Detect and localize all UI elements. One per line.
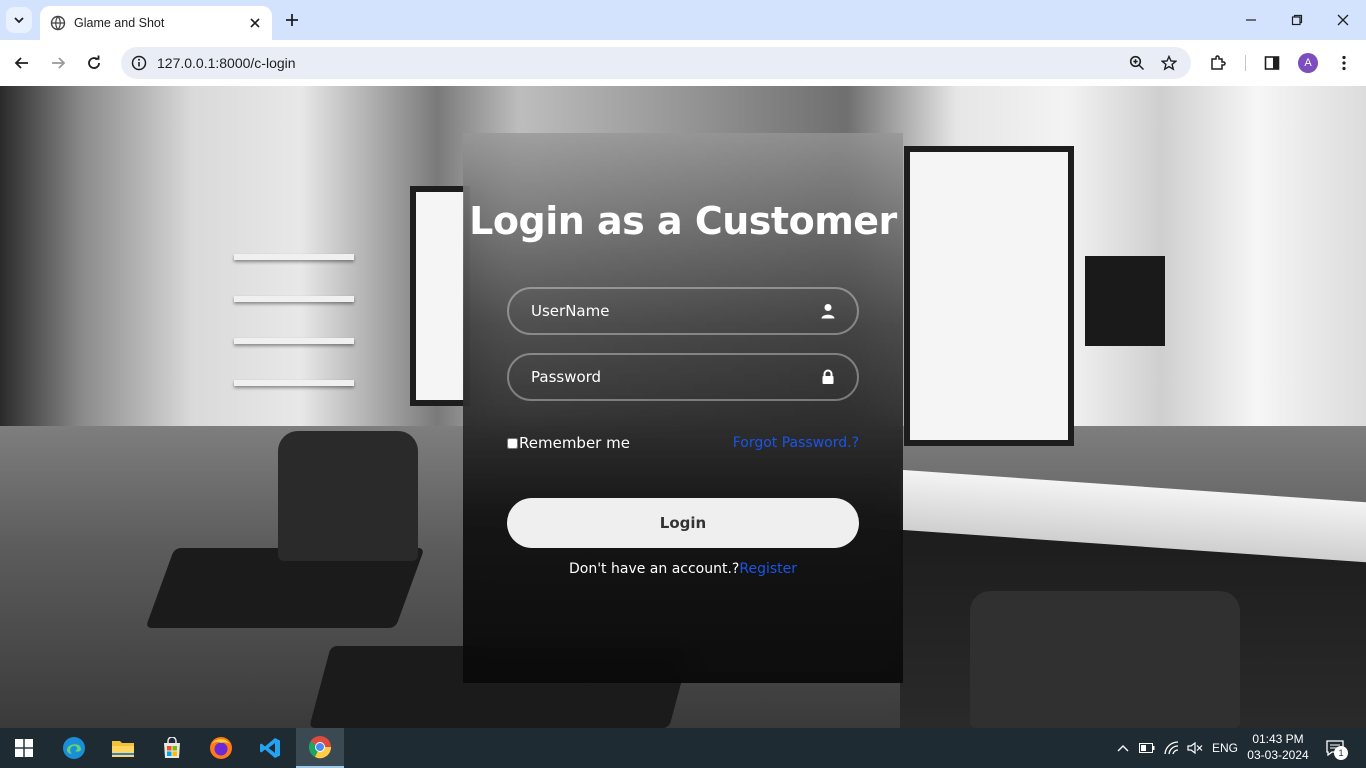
background-shelf: [234, 380, 354, 386]
arrow-left-icon: [14, 57, 28, 69]
background-chair-right: [970, 591, 1240, 728]
background-shelf: [234, 296, 354, 302]
volume-muted-icon: [1187, 742, 1203, 754]
chevron-up-icon: [1117, 745, 1129, 752]
login-title: Login as a Customer: [469, 199, 897, 243]
clock-time: 01:43 PM: [1252, 732, 1304, 746]
close-icon: [250, 18, 260, 28]
site-info-button[interactable]: [123, 47, 155, 79]
extensions-button[interactable]: [1204, 49, 1232, 77]
restore-icon: [1291, 14, 1303, 26]
lock-icon: [819, 368, 837, 386]
page-content: Login as a Customer Remember me Forgot P…: [0, 86, 1366, 728]
windows-logo-icon: [15, 739, 33, 757]
window-close-button[interactable]: [1320, 0, 1366, 40]
username-input[interactable]: [531, 302, 819, 320]
user-icon: [819, 302, 837, 320]
taskbar-edge[interactable]: [50, 728, 98, 768]
vscode-icon: [260, 738, 280, 758]
clock-date: 03-03-2024: [1247, 748, 1309, 762]
bookmark-button[interactable]: [1153, 47, 1185, 79]
forgot-password-link[interactable]: Forgot Password.?: [733, 435, 859, 451]
back-button[interactable]: [8, 49, 36, 77]
toolbar-divider: [1245, 55, 1246, 71]
register-link[interactable]: Register: [739, 561, 797, 577]
taskbar-clock[interactable]: 01:43 PM 03-03-2024: [1246, 731, 1310, 763]
background-chair: [278, 431, 418, 561]
notification-center-button[interactable]: 1: [1320, 728, 1350, 768]
show-hidden-icons-button[interactable]: [1112, 728, 1134, 768]
profile-avatar[interactable]: A: [1298, 53, 1318, 73]
start-button[interactable]: [0, 728, 48, 768]
wifi-indicator[interactable]: [1160, 728, 1184, 768]
minimize-icon: [1246, 19, 1256, 21]
zoom-icon: [1129, 55, 1145, 71]
puzzle-icon: [1211, 55, 1226, 70]
window-minimize-button[interactable]: [1228, 0, 1274, 40]
background-towels: [1085, 256, 1165, 346]
password-input[interactable]: [531, 368, 819, 386]
tab-close-button[interactable]: [244, 12, 266, 34]
forward-button[interactable]: [44, 49, 72, 77]
chevron-down-icon: [14, 17, 24, 24]
tab-title: Glame and Shot: [74, 16, 165, 30]
browser-tab-bar: Glame and Shot: [0, 0, 1366, 40]
more-vertical-icon: [1342, 55, 1346, 71]
background-window: [904, 146, 1074, 446]
side-panel-button[interactable]: [1258, 49, 1286, 77]
no-account-text: Don't have an account.?: [568, 561, 740, 577]
arrow-right-icon: [52, 57, 66, 69]
tab-search-button[interactable]: [6, 7, 32, 33]
battery-icon: [1139, 743, 1155, 753]
taskbar-file-explorer[interactable]: [99, 728, 147, 768]
background-shelf: [234, 338, 354, 344]
taskbar-firefox[interactable]: [197, 728, 245, 768]
wifi-icon: [1164, 741, 1179, 755]
remember-me-checkbox[interactable]: [507, 437, 518, 449]
register-prompt: Don't have an account.?Register: [463, 561, 903, 577]
side-panel-icon: [1264, 56, 1280, 70]
browser-menu-button[interactable]: [1330, 49, 1358, 77]
taskbar-chrome[interactable]: [296, 728, 344, 768]
info-icon: [131, 55, 147, 71]
chrome-icon: [308, 736, 332, 759]
reload-button[interactable]: [80, 49, 108, 77]
background-window-left: [410, 186, 470, 406]
username-field[interactable]: [507, 287, 859, 335]
star-icon: [1161, 55, 1177, 71]
taskbar-vscode[interactable]: [246, 728, 294, 768]
edge-icon: [63, 737, 85, 759]
address-bar[interactable]: 127.0.0.1:8000/c-login: [121, 47, 1191, 79]
password-field[interactable]: [507, 353, 859, 401]
browser-tab-active[interactable]: Glame and Shot: [40, 6, 272, 40]
zoom-button[interactable]: [1121, 47, 1153, 79]
new-tab-button[interactable]: [280, 8, 304, 32]
remember-me-label[interactable]: Remember me: [507, 434, 630, 452]
background-shelf: [234, 254, 354, 260]
windows-taskbar: ENG 01:43 PM 03-03-2024 1: [0, 728, 1366, 768]
plus-icon: [286, 14, 298, 26]
volume-indicator[interactable]: [1184, 728, 1206, 768]
remember-me-text: Remember me: [519, 434, 630, 452]
language-text: ENG: [1211, 741, 1238, 755]
remember-forgot-row: Remember me Forgot Password.?: [507, 433, 859, 453]
store-icon: [164, 737, 180, 758]
language-indicator[interactable]: ENG: [1208, 728, 1242, 768]
taskbar-store[interactable]: [148, 728, 196, 768]
browser-toolbar: 127.0.0.1:8000/c-login A: [0, 40, 1366, 86]
close-icon: [1337, 14, 1349, 26]
firefox-icon: [210, 737, 232, 759]
customer-login-form: Login as a Customer Remember me Forgot P…: [463, 133, 903, 683]
notification-count-badge: 1: [1334, 746, 1348, 760]
battery-indicator[interactable]: [1136, 728, 1158, 768]
url-text[interactable]: 127.0.0.1:8000/c-login: [157, 55, 1121, 71]
window-restore-button[interactable]: [1274, 0, 1320, 40]
login-button[interactable]: Login: [507, 498, 859, 548]
reload-icon: [88, 55, 100, 69]
folder-icon: [112, 741, 134, 757]
globe-icon: [50, 15, 66, 31]
